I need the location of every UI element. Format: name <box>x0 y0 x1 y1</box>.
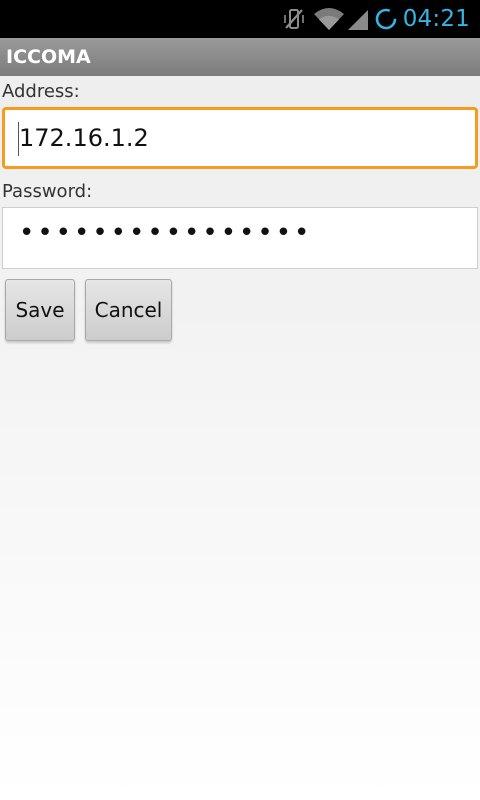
password-field[interactable]: •••••••••••••••• <box>2 207 478 269</box>
wifi-icon <box>313 8 344 30</box>
vibrate-off-icon <box>283 9 304 29</box>
save-button[interactable]: Save <box>5 279 75 341</box>
address-field[interactable]: 172.16.1.2 <box>2 107 478 169</box>
cancel-button[interactable]: Cancel <box>85 279 172 341</box>
address-value: 172.16.1.2 <box>19 124 149 152</box>
status-icons: 04:21 <box>281 0 480 38</box>
status-bar: 04:21 <box>0 0 480 38</box>
title-bar: ICCOMA <box>0 38 480 76</box>
app-title: ICCOMA <box>6 46 91 68</box>
address-label: Address: <box>2 81 80 102</box>
signal-icon <box>347 10 368 30</box>
password-label: Password: <box>2 181 93 202</box>
status-clock: 04:21 <box>402 6 470 32</box>
password-value: •••••••••••••••• <box>19 218 313 248</box>
sync-circle-icon <box>375 8 397 30</box>
